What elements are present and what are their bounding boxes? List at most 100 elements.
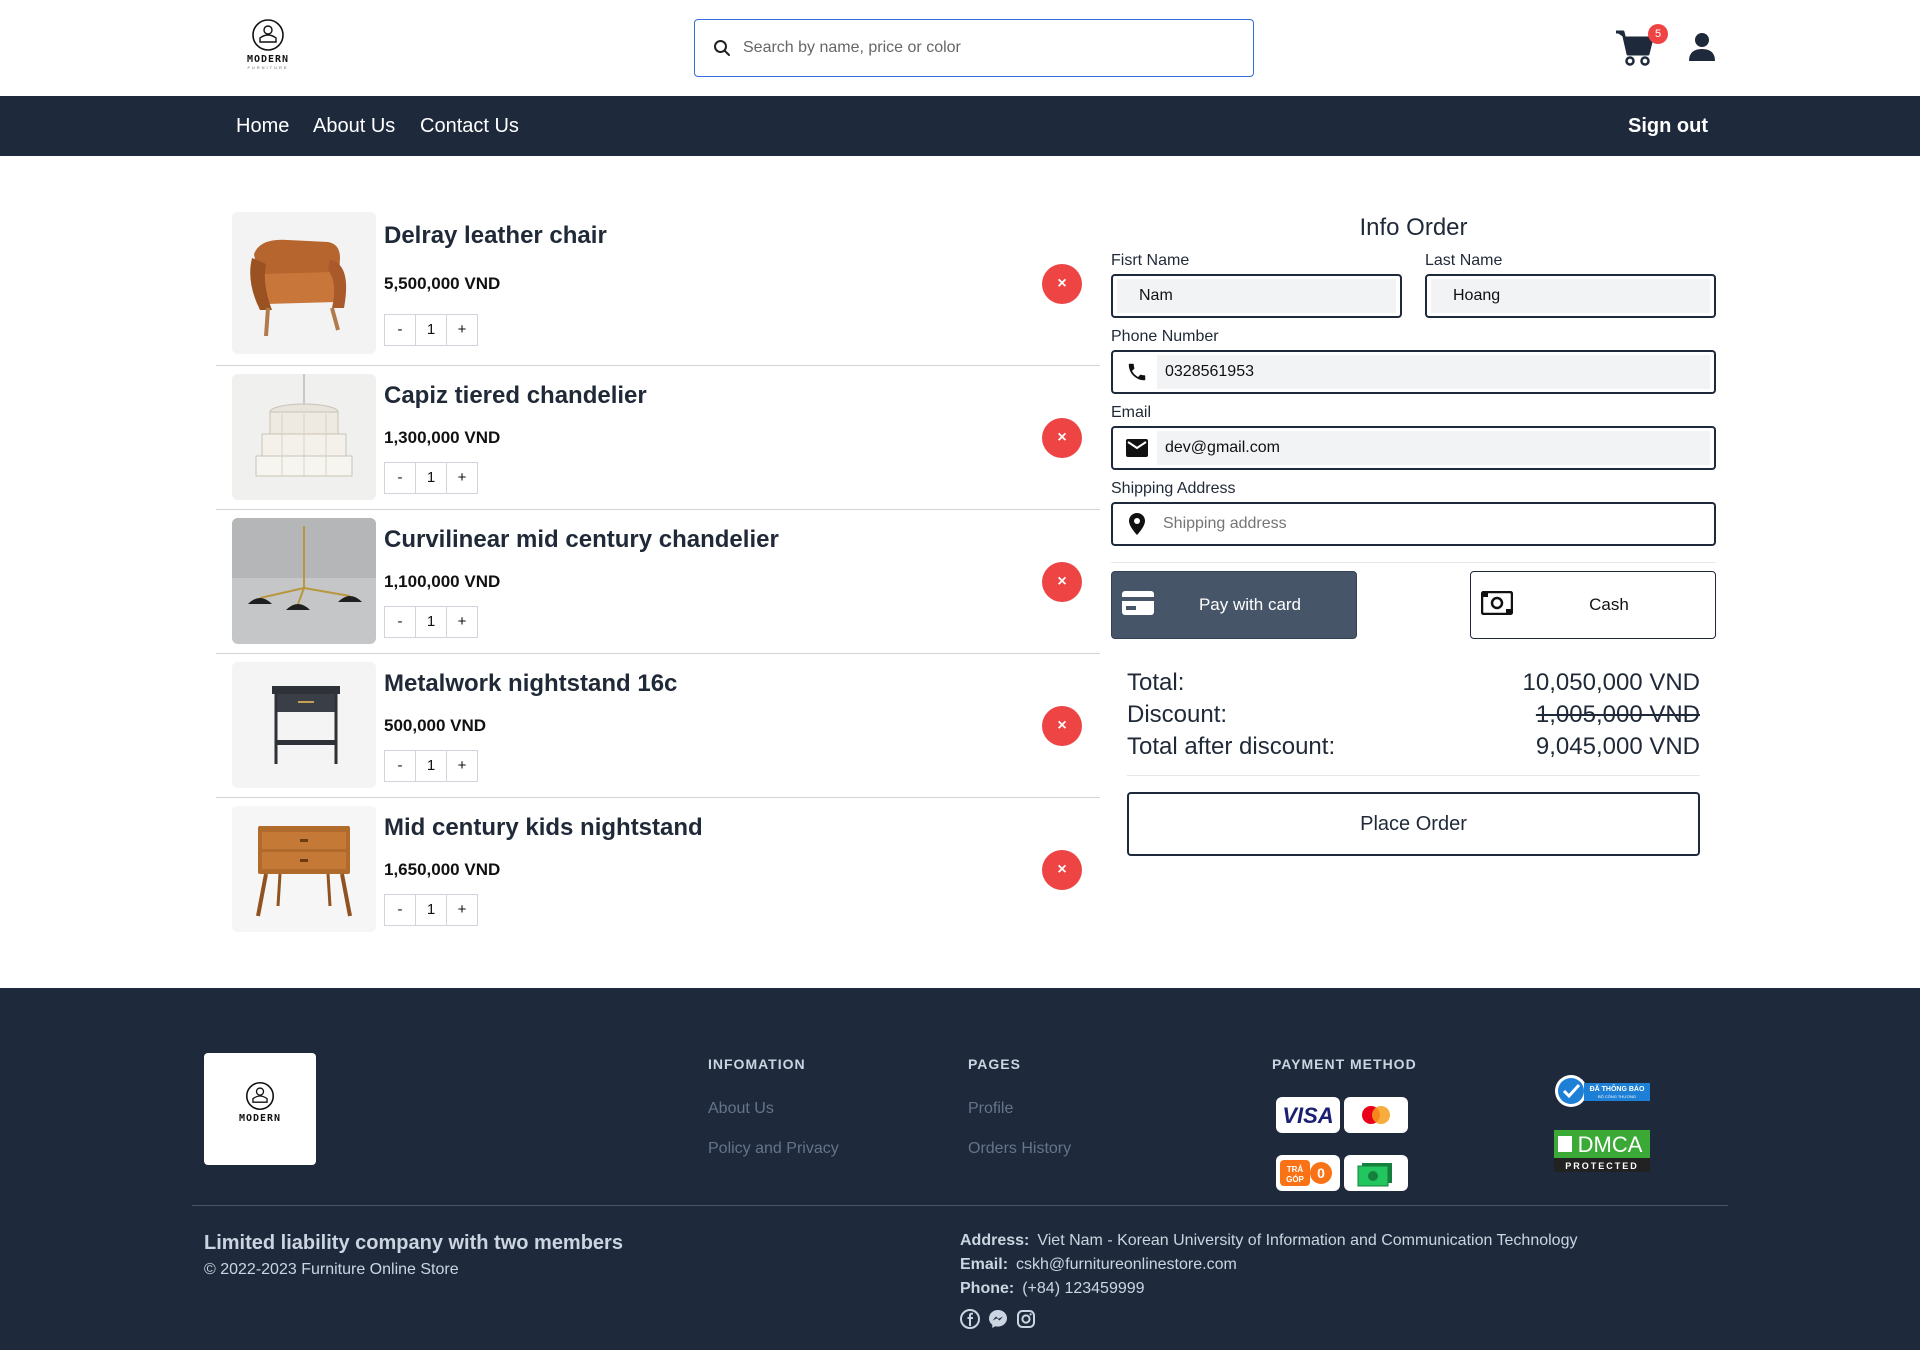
item-price: 500,000 VND bbox=[384, 716, 487, 735]
cash-label: Cash bbox=[1589, 595, 1629, 614]
phone-field[interactable]: 0328561953 bbox=[1111, 350, 1716, 394]
product-image-leather-chair bbox=[232, 212, 376, 354]
pay-with-card-button[interactable]: Pay with card bbox=[1111, 571, 1357, 639]
registered-notice-badge[interactable]: ĐÃ THÔNG BÁO BỘ CÔNG THƯƠNG bbox=[1554, 1073, 1652, 1114]
product-image-capiz-chandelier bbox=[232, 374, 376, 500]
email-field[interactable]: dev@gmail.com bbox=[1111, 426, 1716, 470]
discount-label: Discount: bbox=[1127, 701, 1228, 728]
remove-item-button[interactable]: × bbox=[1042, 562, 1082, 602]
item-price: 1,650,000 VND bbox=[384, 860, 501, 879]
email-value[interactable]: dev@gmail.com bbox=[1157, 431, 1710, 465]
footer-link-policy[interactable]: Policy and Privacy bbox=[708, 1140, 839, 1158]
copyright: © 2022-2023 Furniture Online Store bbox=[204, 1261, 459, 1278]
address-label: Shipping Address bbox=[1111, 480, 1236, 497]
svg-text:PROTECTED: PROTECTED bbox=[1565, 1161, 1639, 1171]
first-name-label: Fisrt Name bbox=[1111, 252, 1190, 269]
increase-qty-button[interactable]: + bbox=[446, 462, 478, 494]
footer-phone: Phone: (+84) 123459999 bbox=[960, 1280, 1145, 1298]
quantity-stepper: - 1 + bbox=[384, 750, 478, 782]
location-pin-icon bbox=[1117, 513, 1157, 535]
qty-value[interactable]: 1 bbox=[415, 750, 447, 782]
nav-contact-us[interactable]: Contact Us bbox=[420, 96, 519, 156]
last-name-label: Last Name bbox=[1425, 252, 1503, 269]
item-name[interactable]: Mid century kids nightstand bbox=[384, 814, 703, 842]
search-input[interactable] bbox=[743, 39, 1203, 57]
first-name-value[interactable]: Nam bbox=[1117, 279, 1396, 313]
shipping-address-field[interactable] bbox=[1111, 502, 1716, 546]
phone-label: Phone: bbox=[960, 1280, 1015, 1297]
svg-text:GÓP: GÓP bbox=[1286, 1175, 1304, 1184]
cart-item: Capiz tiered chandelier 1,300,000 VND - … bbox=[216, 366, 1100, 510]
pages-heading: PAGES bbox=[968, 1056, 1021, 1072]
search-bar bbox=[694, 19, 1254, 77]
cash-button[interactable]: Cash bbox=[1470, 571, 1716, 639]
instagram-icon[interactable] bbox=[1016, 1309, 1036, 1334]
decrease-qty-button[interactable]: - bbox=[384, 606, 416, 638]
qty-value[interactable]: 1 bbox=[415, 314, 447, 346]
item-name[interactable]: Capiz tiered chandelier bbox=[384, 382, 647, 410]
first-name-field[interactable]: Nam bbox=[1111, 274, 1402, 318]
top-header: MODERN FURNITURE 5 bbox=[0, 0, 1920, 96]
last-name-value[interactable]: Hoang bbox=[1431, 279, 1710, 313]
cart-item: Delray leather chair 5,500,000 VND - 1 +… bbox=[216, 208, 1100, 366]
address-value: Viet Nam - Korean University of Informat… bbox=[1037, 1232, 1578, 1249]
place-order-button[interactable]: Place Order bbox=[1127, 792, 1700, 856]
remove-item-button[interactable]: × bbox=[1042, 264, 1082, 304]
decrease-qty-button[interactable]: - bbox=[384, 462, 416, 494]
footer-email: Email: cskh@furnitureonlinestore.com bbox=[960, 1256, 1237, 1274]
address-label: Address: bbox=[960, 1232, 1030, 1249]
remove-item-button[interactable]: × bbox=[1042, 418, 1082, 458]
site-footer: MODERN INFOMATION About Us Policy and Pr… bbox=[0, 988, 1920, 1350]
footer-link-orders-history[interactable]: Orders History bbox=[968, 1140, 1071, 1158]
svg-text:DMCA: DMCA bbox=[1578, 1132, 1643, 1157]
increase-qty-button[interactable]: + bbox=[446, 894, 478, 926]
quantity-stepper: - 1 + bbox=[384, 462, 478, 494]
shipping-address-input[interactable] bbox=[1157, 507, 1710, 541]
item-name[interactable]: Curvilinear mid century chandelier bbox=[384, 526, 779, 554]
quantity-stepper: - 1 + bbox=[384, 894, 478, 926]
divider bbox=[1111, 562, 1716, 563]
remove-item-button[interactable]: × bbox=[1042, 850, 1082, 890]
pay-with-card-label: Pay with card bbox=[1198, 595, 1302, 614]
item-name[interactable]: Delray leather chair bbox=[384, 222, 607, 250]
footer-brand-name: MODERN bbox=[238, 1113, 282, 1124]
decrease-qty-button[interactable]: - bbox=[384, 894, 416, 926]
user-account-button[interactable] bbox=[1688, 32, 1716, 67]
dmca-protected-badge[interactable]: DMCA PROTECTED bbox=[1554, 1130, 1650, 1179]
brand-logo[interactable]: MODERN FURNITURE bbox=[240, 18, 296, 78]
item-price: 1,100,000 VND bbox=[384, 572, 501, 591]
email-value[interactable]: cskh@furnitureonlinestore.com bbox=[1016, 1256, 1237, 1273]
footer-link-about-us[interactable]: About Us bbox=[708, 1100, 774, 1118]
last-name-field[interactable]: Hoang bbox=[1425, 274, 1716, 318]
facebook-icon[interactable] bbox=[960, 1309, 980, 1334]
user-icon bbox=[1689, 33, 1715, 61]
sign-out-button[interactable]: Sign out bbox=[1628, 96, 1708, 156]
nav-home[interactable]: Home bbox=[236, 96, 289, 156]
footer-logo[interactable]: MODERN bbox=[204, 1053, 316, 1165]
qty-value[interactable]: 1 bbox=[415, 462, 447, 494]
mastercard-icon bbox=[1344, 1097, 1408, 1133]
increase-qty-button[interactable]: + bbox=[446, 750, 478, 782]
company-name: Limited liability company with two membe… bbox=[204, 1232, 623, 1254]
decrease-qty-button[interactable]: - bbox=[384, 314, 416, 346]
phone-label: Phone Number bbox=[1111, 328, 1219, 345]
increase-qty-button[interactable]: + bbox=[446, 314, 478, 346]
footer-link-profile[interactable]: Profile bbox=[968, 1100, 1013, 1118]
brand-subtitle: FURNITURE bbox=[247, 65, 289, 70]
item-name[interactable]: Metalwork nightstand 16c bbox=[384, 670, 677, 698]
qty-value[interactable]: 1 bbox=[415, 606, 447, 638]
remove-item-button[interactable]: × bbox=[1042, 706, 1082, 746]
messenger-icon[interactable] bbox=[988, 1309, 1008, 1334]
search-icon bbox=[714, 40, 730, 56]
cart-button[interactable]: 5 bbox=[1614, 24, 1668, 70]
order-totals: Total: 10,050,000 VND Discount: 1,005,000 … bbox=[1127, 667, 1700, 763]
increase-qty-button[interactable]: + bbox=[446, 606, 478, 638]
nav-about-us[interactable]: About Us bbox=[313, 96, 395, 156]
footer-divider bbox=[192, 1205, 1728, 1206]
email-label: Email bbox=[1111, 404, 1152, 421]
quantity-stepper: - 1 + bbox=[384, 606, 478, 638]
phone-value[interactable]: 0328561953 bbox=[1157, 355, 1710, 389]
qty-value[interactable]: 1 bbox=[415, 894, 447, 926]
decrease-qty-button[interactable]: - bbox=[384, 750, 416, 782]
mail-icon bbox=[1117, 439, 1157, 457]
